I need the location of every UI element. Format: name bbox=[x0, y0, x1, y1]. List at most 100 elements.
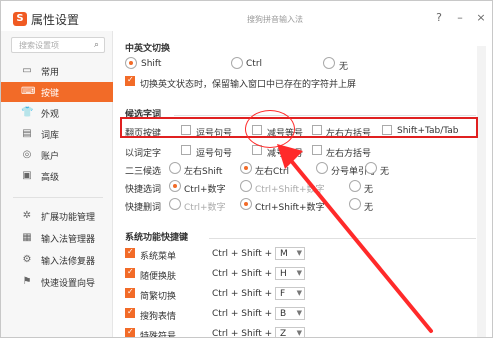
shortcut-key-value: Z bbox=[280, 329, 287, 338]
shortcut-row: 特殊符号 Ctrl + Shift + Z▼ bbox=[125, 325, 425, 338]
search-box[interactable]: 搜索设置项 ⌕ bbox=[11, 37, 105, 53]
quick-delete-none-radio[interactable] bbox=[349, 198, 361, 210]
highlight-box bbox=[120, 117, 478, 138]
keyboard-icon: ⌨ bbox=[21, 86, 36, 97]
word-select-comma-label: 逗号句号 bbox=[196, 149, 233, 159]
shortcut-checkbox[interactable] bbox=[125, 267, 135, 278]
app-title: 属性设置 bbox=[31, 13, 80, 27]
shortcut-key-value: M bbox=[280, 249, 288, 259]
sidebar-tool-extensions[interactable]: ✲ 扩展功能管理 bbox=[1, 206, 113, 226]
shortcut-checkbox[interactable] bbox=[125, 327, 135, 337]
radio-shift-label: Shift bbox=[141, 59, 162, 69]
sidebar-item-label: 外观 bbox=[41, 110, 60, 120]
second-third-label: 二三候选 bbox=[125, 167, 162, 177]
shortcut-label: 搜狗表情 bbox=[140, 312, 177, 322]
shortcut-combo: Ctrl + Shift + bbox=[212, 309, 273, 319]
quick-delete-row: 快捷删词 Ctrl+数字 Ctrl+Shift+数字 无 bbox=[125, 196, 476, 214]
sidebar-item-common[interactable]: ▭ 常用 bbox=[1, 61, 113, 81]
flag-icon: ⚑ bbox=[22, 276, 32, 287]
shortcut-combo: Ctrl + Shift + bbox=[212, 249, 273, 259]
shortcut-key-select[interactable]: H ▼ bbox=[275, 267, 305, 280]
sidebar-item-account[interactable]: ◎ 账户 bbox=[1, 145, 113, 165]
shortcut-checkbox[interactable] bbox=[125, 307, 135, 318]
shirt-icon: 👕 bbox=[21, 107, 34, 118]
sidebar-tool-repair[interactable]: ⚙ 输入法修复器 bbox=[1, 250, 113, 270]
quick-select-ctrl-label: Ctrl+数字 bbox=[184, 185, 226, 195]
chevron-down-icon: ▼ bbox=[296, 309, 302, 317]
sidebar-item-label: 词库 bbox=[41, 131, 60, 141]
word-select-brackets-label: 左右方括号 bbox=[326, 149, 372, 159]
shortcut-key-value: H bbox=[280, 269, 287, 279]
section-divider bbox=[209, 238, 476, 239]
radio-none[interactable] bbox=[323, 57, 335, 69]
chevron-down-icon: ▼ bbox=[296, 289, 302, 297]
word-select-row: 以词定字 逗号句号 减号等号 左右方括号 bbox=[125, 142, 476, 160]
chevron-down-icon: ▼ bbox=[296, 249, 302, 257]
cn-en-switch-row: Shift Ctrl 无 bbox=[125, 55, 476, 73]
quick-select-ctrl-shift-radio[interactable] bbox=[240, 180, 252, 192]
sidebar-tool-wizard[interactable]: ⚑ 快速设置向导 bbox=[1, 272, 113, 292]
shortcut-checkbox[interactable] bbox=[125, 247, 135, 258]
second-third-shift-radio[interactable] bbox=[169, 162, 181, 174]
quick-delete-ctrl-radio[interactable] bbox=[169, 198, 181, 210]
shortcut-key-select[interactable]: B ▼ bbox=[275, 307, 305, 320]
keep-text-checkbox[interactable] bbox=[125, 75, 135, 86]
user-icon: ◎ bbox=[22, 149, 32, 160]
radio-none-label: 无 bbox=[339, 62, 349, 72]
sidebar-item-label: 扩展功能管理 bbox=[41, 213, 96, 223]
second-third-none-label: 无 bbox=[380, 167, 390, 177]
second-third-row: 二三候选 左右Shift 左右Ctrl 分号单引号 无 bbox=[125, 160, 476, 178]
sidebar-divider bbox=[13, 197, 103, 198]
word-select-brackets-checkbox[interactable] bbox=[312, 145, 322, 155]
word-select-comma-checkbox[interactable] bbox=[181, 145, 191, 155]
shortcut-checkbox[interactable] bbox=[125, 287, 135, 298]
quick-delete-label: 快捷删词 bbox=[125, 203, 162, 213]
shortcut-label: 系统菜单 bbox=[140, 252, 177, 262]
shortcut-row: 随便换肤 Ctrl + Shift + H▼ bbox=[125, 265, 425, 284]
close-button[interactable]: × bbox=[473, 10, 489, 26]
sidebar-item-dictionary[interactable]: ▤ 词库 bbox=[1, 124, 113, 144]
radio-shift[interactable] bbox=[125, 57, 137, 69]
highlight-ellipse bbox=[245, 110, 295, 148]
sidebar: 搜索设置项 ⌕ ▭ 常用 ⌨ 按键 👕 外观 ▤ 词库 ◎ 账户 ▣ 高级 ✲ … bbox=[1, 31, 113, 337]
shortcut-label: 简繁切换 bbox=[140, 292, 177, 302]
shortcut-combo: Ctrl + Shift + bbox=[212, 329, 273, 338]
second-third-semicolon-radio[interactable] bbox=[316, 162, 328, 174]
sidebar-item-advanced[interactable]: ▣ 高级 bbox=[1, 166, 113, 186]
quick-select-label: 快捷选词 bbox=[125, 185, 162, 195]
shortcut-row: 搜狗表情 Ctrl + Shift + B▼ bbox=[125, 305, 425, 324]
section-divider bbox=[174, 115, 476, 116]
shortcut-combo: Ctrl + Shift + bbox=[212, 269, 273, 279]
search-placeholder: 搜索设置项 bbox=[19, 41, 59, 50]
grid-icon: ▦ bbox=[22, 232, 32, 243]
sidebar-tool-manager[interactable]: ▦ 输入法管理器 bbox=[1, 228, 113, 248]
shortcut-key-select[interactable]: M ▼ bbox=[275, 247, 305, 260]
scrollbar[interactable] bbox=[477, 46, 486, 337]
keep-text-row: 切换英文状态时，保留输入窗口中已存在的字符并上屏 bbox=[125, 73, 476, 91]
repair-icon: ⚙ bbox=[22, 254, 32, 265]
shortcut-label: 特殊符号 bbox=[140, 332, 177, 338]
search-icon[interactable]: ⌕ bbox=[94, 40, 99, 50]
second-third-shift-label: 左右Shift bbox=[184, 167, 223, 177]
quick-delete-ctrl-shift-radio[interactable] bbox=[240, 198, 252, 210]
puzzle-icon: ✲ bbox=[22, 210, 32, 221]
section-title-shortcuts: 系统功能快捷键 bbox=[125, 233, 189, 243]
section-title-cn-en: 中英文切换 bbox=[125, 44, 171, 54]
help-button[interactable]: ? bbox=[431, 10, 447, 26]
sidebar-item-keys[interactable]: ⌨ 按键 bbox=[1, 82, 113, 102]
shortcut-key-select[interactable]: F ▼ bbox=[275, 287, 305, 300]
shortcut-key-select[interactable]: Z ▼ bbox=[275, 327, 305, 338]
shortcut-combo: Ctrl + Shift + bbox=[212, 289, 273, 299]
sidebar-item-label: 常用 bbox=[41, 68, 60, 78]
second-third-ctrl-radio[interactable] bbox=[240, 162, 252, 174]
settings-content: 中英文切换 Shift Ctrl 无 切换英文状态时，保留输入窗口中已存在的字符… bbox=[114, 31, 492, 338]
second-third-none-radio[interactable] bbox=[365, 162, 377, 174]
radio-ctrl[interactable] bbox=[231, 57, 243, 69]
chevron-down-icon: ▼ bbox=[296, 269, 302, 277]
minimize-button[interactable]: – bbox=[452, 10, 468, 26]
sidebar-item-appearance[interactable]: 👕 外观 bbox=[1, 103, 113, 123]
quick-select-ctrl-radio[interactable] bbox=[169, 180, 181, 192]
sidebar-item-label: 按键 bbox=[41, 89, 60, 99]
quick-delete-ctrl-shift-label: Ctrl+Shift+数字 bbox=[255, 203, 325, 213]
quick-select-none-radio[interactable] bbox=[349, 180, 361, 192]
